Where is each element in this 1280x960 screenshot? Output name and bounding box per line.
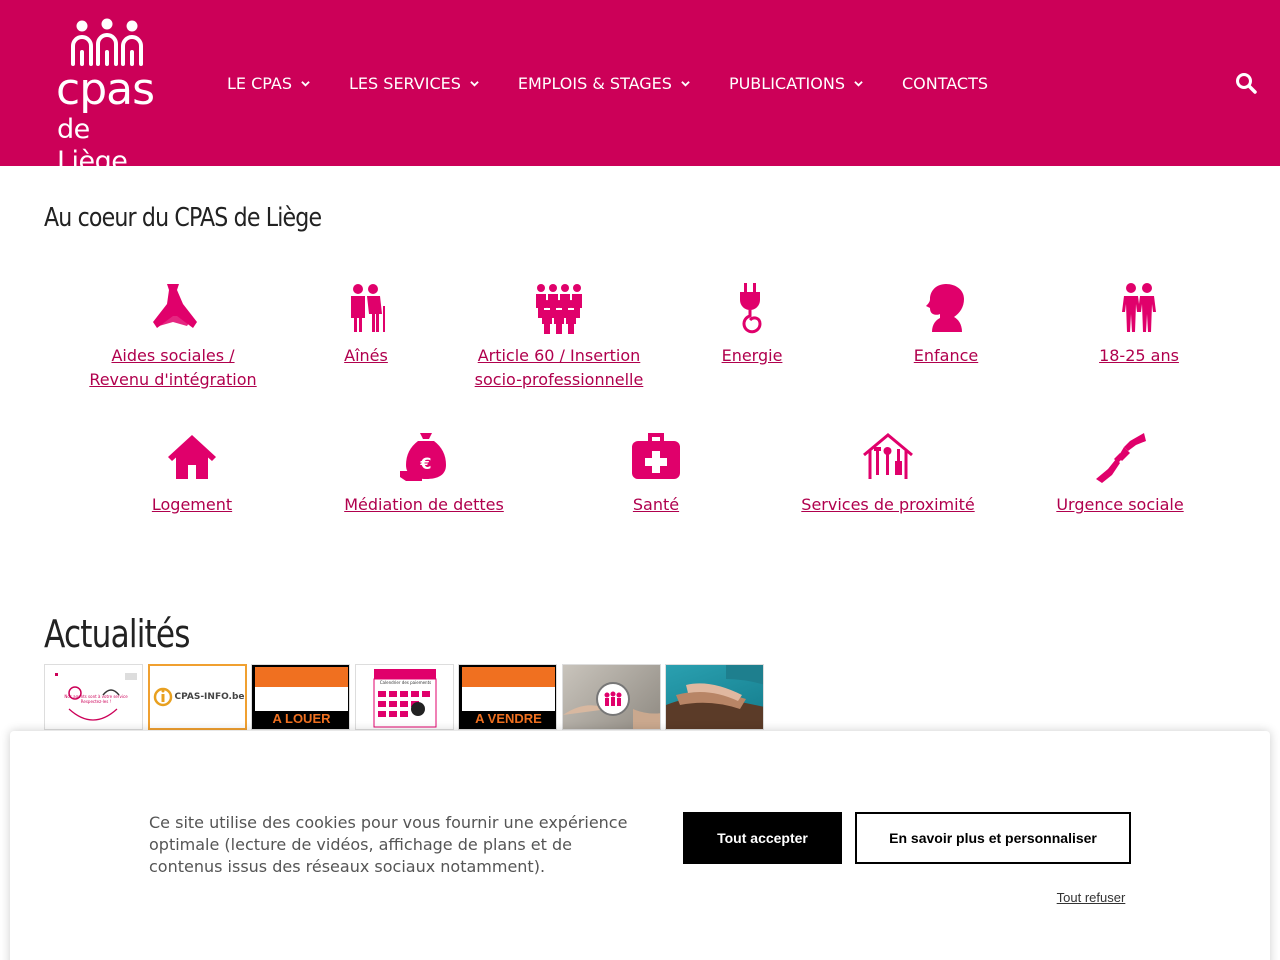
youth-icon [1122,283,1156,332]
news-thumb-a-louer[interactable]: A LOUER [251,664,350,730]
service-label: Logement [151,495,233,514]
news-thumb-mains[interactable] [665,664,764,730]
service-logement[interactable]: Logement [132,431,252,517]
service-aines[interactable]: Aînés [316,282,416,368]
services-title: Au coeur du CPAS de Liège [44,203,322,233]
nav-label: EMPLOIS & STAGES [517,73,672,93]
svg-text:€: € [419,454,431,473]
nav-label: CONTACTS [902,73,989,93]
thumb-orange-band [255,667,348,687]
service-label: 18-25 ans [1099,346,1179,365]
thumb-caption: A VENDRE [475,711,542,726]
service-mediation-dettes[interactable]: € Médiation de dettes [334,431,514,517]
thumb-caption: A LOUER [272,711,331,726]
nav-item-les-services[interactable]: LES SERVICES [349,70,479,96]
team-icon [536,284,582,334]
nav-item-le-cpas[interactable]: LE CPAS [227,70,310,96]
cookie-message: Ce site utilise des cookies pour vous fo… [149,813,628,876]
logo-text-liege: de Liège [57,114,128,177]
service-label: Services de proximité [801,495,975,514]
service-article-60[interactable]: Article 60 / Insertion socio-professionn… [470,282,648,392]
elderly-icon [351,284,385,332]
joined-hands-image [666,665,763,729]
thumb-white-band [462,687,555,711]
service-label: Article 60 / Insertion socio-professionn… [474,346,644,389]
service-label: Aides sociales / Revenu d'intégration [89,346,257,389]
news-thumb-a-vendre[interactable]: A VENDRE [458,664,557,730]
logo-people-icon [71,18,143,66]
service-services-proximite[interactable]: Services de proximité [793,431,983,517]
chevron-down-icon [301,80,310,87]
calendar-image [373,669,436,728]
cookie-banner: Ce site utilise des cookies pour vous fo… [10,731,1270,960]
medical-kit-icon [632,433,680,479]
nav-item-emplois-stages[interactable]: EMPLOIS & STAGES [518,70,690,96]
chevron-down-icon [470,80,479,87]
refuse-all-link[interactable]: Tout refuser [1046,890,1136,905]
thumb-white-band [255,687,348,711]
house-icon [168,435,216,479]
child-icon [926,284,964,332]
logo-text-cpas: cpas [56,64,155,115]
service-label: Aînés [344,346,388,365]
service-label: Médiation de dettes [344,495,504,514]
nav-label: LES SERVICES [349,73,461,93]
news-title: Actualités [44,612,191,656]
nav-label: PUBLICATIONS [728,73,845,93]
news-thumb-respect[interactable]: Nos agents sont à votre service Respecte… [44,664,143,730]
news-thumb-cpas-info[interactable]: CPAS-INFO.be [147,664,247,730]
hands-icon [153,284,197,328]
magnifier-people-image [562,682,660,729]
money-bag-icon: € [400,433,446,481]
tools-house-icon [863,433,913,479]
service-label: Enfance [913,346,979,365]
nav-item-contacts[interactable]: CONTACTS [902,70,988,96]
service-label: Urgence sociale [1056,495,1184,514]
customize-cookies-button[interactable]: En savoir plus et personnaliser [855,812,1131,864]
site-header: cpas de Liège LE CPAS LES SERVICES EMPLO… [0,0,1280,177]
search-icon[interactable] [1235,72,1257,94]
news-thumb-calendrier[interactable]: Calendrier des paiements [354,664,454,730]
service-aides-sociales[interactable]: Aides sociales / Revenu d'intégration [84,282,262,392]
accept-all-button[interactable]: Tout accepter [683,812,842,864]
nav-item-publications[interactable]: PUBLICATIONS [729,70,863,96]
service-energie[interactable]: Energie [712,282,792,368]
service-enfance[interactable]: Enfance [896,282,996,368]
chevron-down-icon [854,80,863,87]
service-sante[interactable]: Santé [606,431,706,517]
chevron-down-icon [681,80,690,87]
news-thumbnails: Nos agents sont à votre service Respecte… [44,664,769,730]
thumb-caption: CPAS-INFO.be [174,692,245,702]
service-18-25-ans[interactable]: 18-25 ans [1089,282,1189,368]
cpas-logo[interactable]: cpas de Liège [56,18,160,177]
main-nav: LE CPAS LES SERVICES EMPLOIS & STAGES PU… [227,70,1027,96]
thumb-caption: Calendrier des paiements [379,680,432,685]
service-label: Santé [632,495,680,514]
service-label: Energie [721,346,783,365]
plug-icon [740,283,762,334]
service-urgence-sociale[interactable]: Urgence sociale [1050,431,1190,517]
news-thumb-loupe[interactable] [561,664,661,730]
thumb-caption: Nos agents sont à votre service Respecte… [64,694,128,704]
nav-label: LE CPAS [227,73,293,93]
helping-hand-icon [1096,433,1146,483]
thumb-orange-band [462,667,555,687]
